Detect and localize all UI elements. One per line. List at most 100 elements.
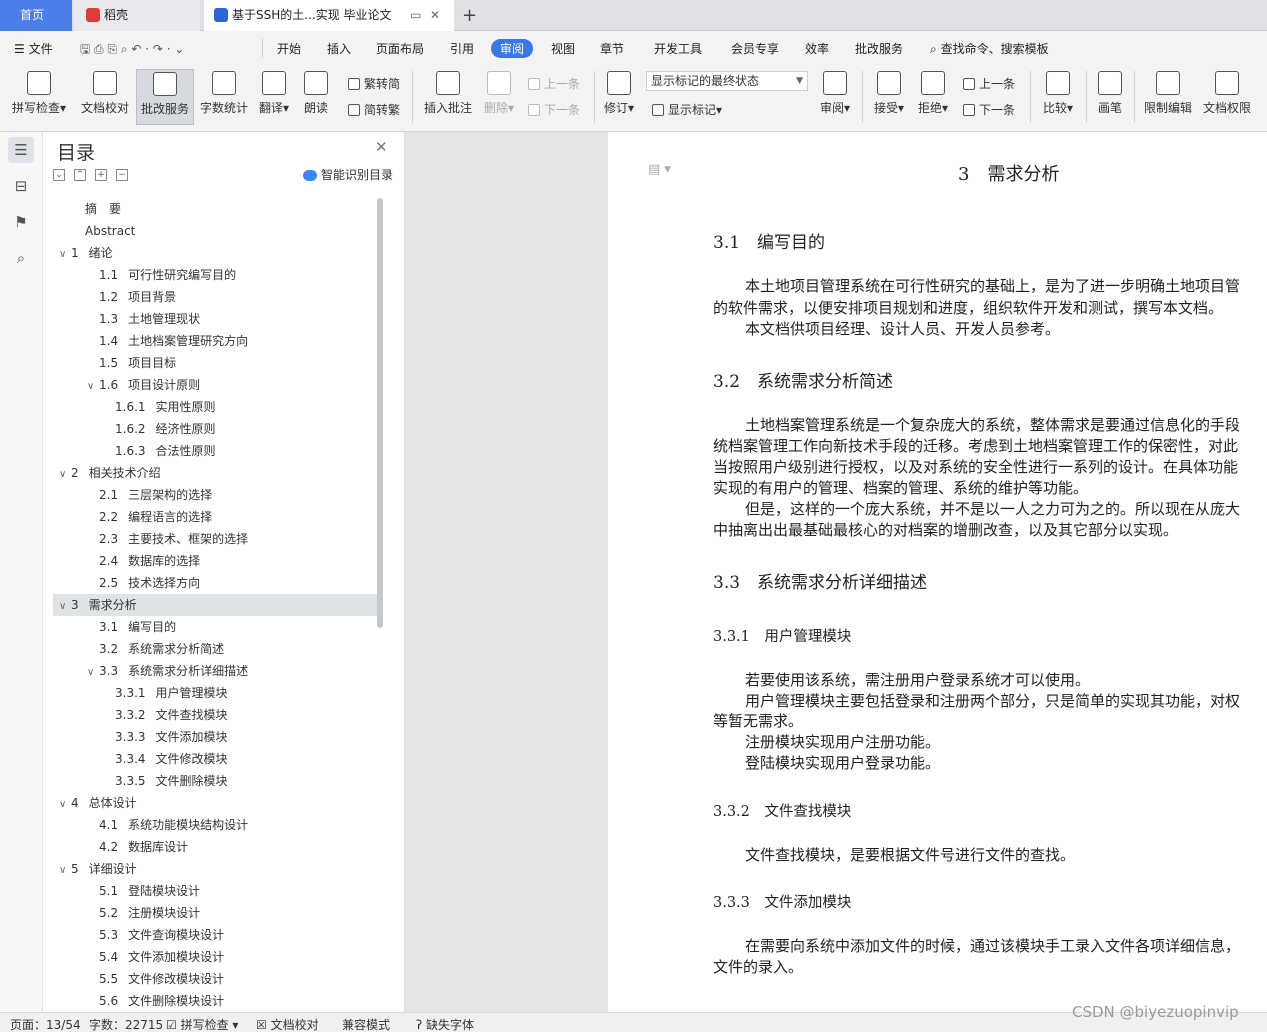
toc-item[interactable]: 4.1 系统功能模块结构设计 bbox=[53, 814, 379, 836]
show-markup-button[interactable]: 显示标记▾ bbox=[652, 101, 722, 118]
menu-item-review[interactable]: 审阅 bbox=[491, 39, 534, 58]
chevron-down-icon[interactable]: ∨ bbox=[59, 244, 71, 266]
review-service-button[interactable]: 批改服务 bbox=[136, 69, 194, 125]
menu-item-efficiency[interactable]: 效率 bbox=[805, 40, 829, 57]
toc-item[interactable]: 5.4 文件添加模块设计 bbox=[53, 946, 379, 968]
toc-item[interactable]: 5.5 文件修改模块设计 bbox=[53, 968, 379, 990]
chevron-down-icon[interactable]: ∨ bbox=[59, 464, 71, 486]
reject-button[interactable]: 拒绝▾ bbox=[914, 69, 952, 125]
toc-item[interactable]: 3.3.3 文件添加模块 bbox=[53, 726, 379, 748]
toc-item[interactable]: 1.6.1 实用性原则 bbox=[53, 396, 379, 418]
page-indicator[interactable]: 页面：13/54 bbox=[10, 1016, 81, 1032]
doc-permission-button[interactable]: 文档权限 bbox=[1199, 69, 1255, 125]
toc-item[interactable]: 1.4 土地档案管理研究方向 bbox=[53, 330, 379, 352]
menu-item-devtools[interactable]: 开发工具 bbox=[654, 40, 702, 57]
missing-font-button[interactable]: ʔ 缺失字体 bbox=[416, 1016, 474, 1032]
toc-item[interactable]: 1.5 项目目标 bbox=[53, 352, 379, 374]
read-aloud-button[interactable]: 朗读 bbox=[298, 69, 334, 125]
document-page[interactable]: ▤ ▾ 3 需求分析 3.1 编写目的 本土地项目管理系统在可行性研究的基础上，… bbox=[608, 132, 1267, 1012]
trad-to-simp-button[interactable]: 繁转简 bbox=[348, 75, 400, 92]
chapter-nav-icon[interactable]: ⊟ bbox=[8, 173, 34, 199]
toc-item[interactable]: 5.3 文件查询模块设计 bbox=[53, 924, 379, 946]
toc-item[interactable]: ∨ 2 相关技术介绍 bbox=[53, 462, 379, 484]
toc-item[interactable]: 1.1 可行性研究编写目的 bbox=[53, 264, 379, 286]
toc-item[interactable]: 5.2 注册模块设计 bbox=[53, 902, 379, 924]
menu-item-home[interactable]: 开始 bbox=[277, 40, 301, 57]
remove-level-icon[interactable]: − bbox=[116, 169, 128, 181]
toc-item[interactable]: 3.3.4 文件修改模块 bbox=[53, 748, 379, 770]
markup-state-select[interactable]: 显示标记的最终状态 ▼ bbox=[646, 71, 808, 91]
compare-button[interactable]: 比较▾ bbox=[1038, 69, 1078, 125]
quick-tools[interactable]: 🖫 ⎙ ⎘ ⌕ ↶ · ↷ · ⌄ bbox=[80, 40, 184, 61]
menu-item-insert[interactable]: 插入 bbox=[327, 40, 351, 57]
toc-item[interactable]: ∨ 3 需求分析 bbox=[53, 594, 379, 616]
prev-comment-button[interactable]: 上一条 bbox=[528, 75, 580, 92]
toc-item[interactable]: 1.3 土地管理现状 bbox=[53, 308, 379, 330]
proofread-button[interactable]: 文档校对 bbox=[76, 69, 134, 125]
status-proofread[interactable]: ☒ 文档校对 bbox=[256, 1016, 319, 1032]
prev-change-button[interactable]: 上一条 bbox=[963, 75, 1015, 92]
toc-item[interactable]: 3.2 系统需求分析简述 bbox=[53, 638, 379, 660]
bookmark-icon[interactable]: ⚑ bbox=[8, 209, 34, 235]
chevron-down-icon[interactable]: ∨ bbox=[87, 662, 99, 684]
pin-icon[interactable]: ▭ bbox=[410, 0, 421, 31]
status-spell-check[interactable]: ☑ 拼写检查 ▾ bbox=[166, 1016, 238, 1032]
toc-item[interactable]: ∨ 5 详细设计 bbox=[53, 858, 379, 880]
toc-item[interactable]: 1.6.3 合法性原则 bbox=[53, 440, 379, 462]
menu-item-view[interactable]: 视图 bbox=[551, 40, 575, 57]
accept-button[interactable]: 接受▾ bbox=[870, 69, 908, 125]
toc-panel-icon[interactable]: ☰ bbox=[8, 137, 34, 163]
expand-up-icon[interactable]: ⌃ bbox=[74, 169, 86, 181]
toc-item[interactable]: 4.2 数据库设计 bbox=[53, 836, 379, 858]
toc-item[interactable]: ∨ 1.6 项目设计原则 bbox=[53, 374, 379, 396]
word-count-button[interactable]: 字数统计 bbox=[196, 69, 252, 125]
toc-item[interactable]: 摘 要 bbox=[53, 198, 379, 220]
toc-item[interactable]: 3.3.2 文件查找模块 bbox=[53, 704, 379, 726]
toc-item[interactable]: 3.3.5 文件删除模块 bbox=[53, 770, 379, 792]
toc-item[interactable]: ∨ 4 总体设计 bbox=[53, 792, 379, 814]
toc-item[interactable]: 2.2 编程语言的选择 bbox=[53, 506, 379, 528]
tab-daoke[interactable]: 稻壳 bbox=[74, 0, 200, 31]
search-icon[interactable]: ⌕ bbox=[8, 245, 34, 271]
chevron-down-icon[interactable]: ∨ bbox=[59, 794, 71, 816]
smart-toc-button[interactable]: 智能识别目录 bbox=[303, 166, 393, 183]
close-icon[interactable]: ✕ bbox=[375, 138, 388, 156]
delete-comment-button[interactable]: 删除▾ bbox=[480, 69, 518, 125]
toc-item[interactable]: 5.6 文件删除模块设计 bbox=[53, 990, 379, 1008]
toc-item[interactable]: ∨ 3.3 系统需求分析详细描述 bbox=[53, 660, 379, 682]
toc-item[interactable]: 3.3.1 用户管理模块 bbox=[53, 682, 379, 704]
insert-comment-button[interactable]: 插入批注 bbox=[420, 69, 476, 125]
menu-item-layout[interactable]: 页面布局 bbox=[376, 40, 424, 57]
file-menu[interactable]: ☰ 文件 bbox=[14, 40, 53, 57]
toc-item[interactable]: 2.3 主要技术、框架的选择 bbox=[53, 528, 379, 550]
toc-item[interactable]: 1.2 项目背景 bbox=[53, 286, 379, 308]
toc-item[interactable]: 2.5 技术选择方向 bbox=[53, 572, 379, 594]
word-count-indicator[interactable]: 字数：22715 bbox=[89, 1016, 163, 1032]
translate-button[interactable]: 翻译▾ bbox=[256, 69, 292, 125]
toc-item[interactable]: 5.1 登陆模块设计 bbox=[53, 880, 379, 902]
collapse-all-icon[interactable]: ⌄ bbox=[53, 169, 65, 181]
tab-home[interactable]: 首页 bbox=[0, 0, 72, 31]
pen-button[interactable]: 画笔 bbox=[1092, 69, 1128, 125]
next-change-button[interactable]: 下一条 bbox=[963, 101, 1015, 118]
toc-item[interactable]: ∨ 1 绪论 bbox=[53, 242, 379, 264]
toc-item[interactable]: Abstract bbox=[53, 220, 379, 242]
toc-scrollbar[interactable] bbox=[377, 198, 383, 628]
menu-item-reference[interactable]: 引用 bbox=[450, 40, 474, 57]
track-changes-button[interactable]: 修订▾ bbox=[600, 69, 638, 125]
close-tab-icon[interactable]: ✕ bbox=[430, 0, 440, 31]
next-comment-button[interactable]: 下一条 bbox=[528, 101, 580, 118]
toc-item[interactable]: 2.4 数据库的选择 bbox=[53, 550, 379, 572]
chevron-down-icon[interactable]: ∨ bbox=[59, 596, 71, 618]
menu-item-chapter[interactable]: 章节 bbox=[600, 40, 624, 57]
simp-to-trad-button[interactable]: 简转繁 bbox=[348, 101, 400, 118]
chevron-down-icon[interactable]: ∨ bbox=[59, 860, 71, 882]
menu-item-member[interactable]: 会员专享 bbox=[731, 40, 779, 57]
restrict-edit-button[interactable]: 限制编辑 bbox=[1140, 69, 1196, 125]
command-search[interactable]: ⌕ 查找命令、搜索模板 bbox=[930, 40, 1049, 57]
toc-item[interactable]: 2.1 三层架构的选择 bbox=[53, 484, 379, 506]
add-level-icon[interactable]: + bbox=[95, 169, 107, 181]
new-tab-icon[interactable]: + bbox=[462, 0, 477, 31]
menu-item-review-service[interactable]: 批改服务 bbox=[855, 40, 903, 57]
review-pane-button[interactable]: 审阅▾ bbox=[816, 69, 854, 125]
